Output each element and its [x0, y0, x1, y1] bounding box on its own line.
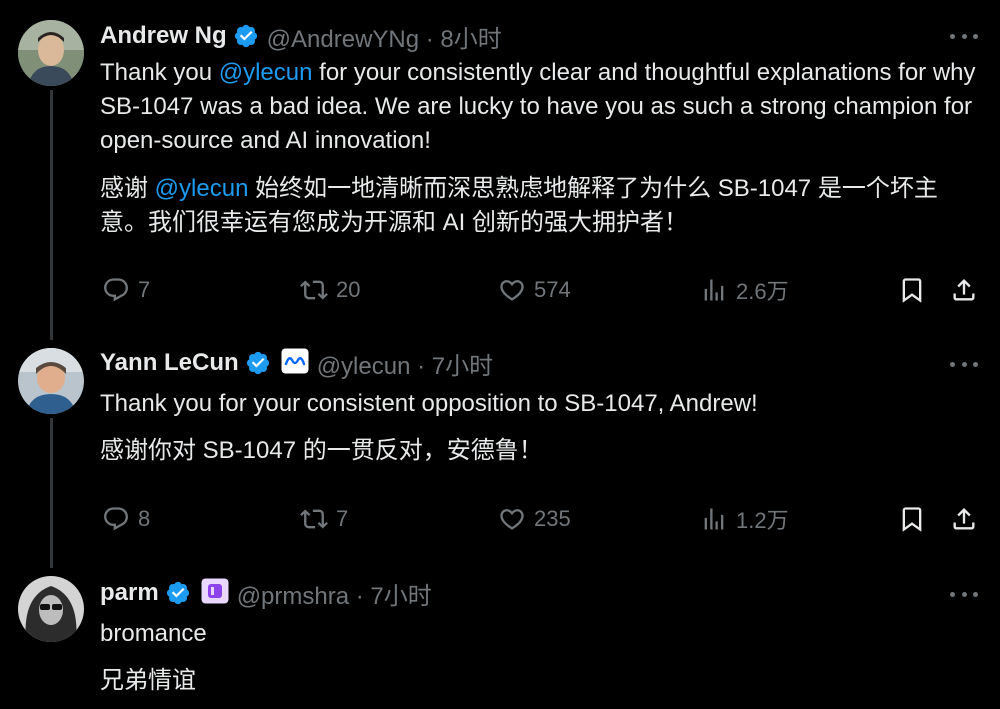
views-chart-icon	[704, 508, 724, 530]
tweet-andrew-ng[interactable]: Andrew Ng @AndrewYNg · 8小时 Thank you @yl…	[0, 0, 1000, 330]
repost-count: 7	[336, 506, 349, 531]
share-icon[interactable]	[950, 270, 978, 310]
tweet-text-en: Thank you for your consistent opposition…	[100, 390, 758, 417]
like-button[interactable]: 574	[498, 270, 571, 310]
tweet-text-en: bromance	[100, 620, 207, 647]
author-handle[interactable]: @AndrewYNg · 8小时	[267, 19, 502, 54]
like-count: 235	[534, 506, 571, 531]
tweet-header: parm @prmshra · 7小时	[100, 576, 432, 610]
views-count: 1.2万	[736, 508, 789, 533]
like-button[interactable]: 235	[498, 499, 571, 539]
more-options-icon[interactable]	[950, 584, 978, 604]
verified-badge-icon[interactable]	[233, 23, 259, 49]
meta-logo-icon[interactable]	[281, 348, 309, 379]
reply-button[interactable]: 7	[102, 270, 150, 310]
repost-icon	[300, 509, 328, 529]
text-segment: Thank you	[100, 59, 219, 86]
tweet-text-zh: 兄弟情谊	[100, 667, 196, 694]
bookmark-icon[interactable]	[898, 499, 926, 539]
views-button[interactable]: 1.2万	[700, 499, 789, 539]
tweet-header: Yann LeCun @ylecun · 7小时	[100, 346, 493, 380]
repost-count: 20	[336, 277, 361, 302]
mention-link[interactable]: @ylecun	[219, 59, 313, 86]
tweet-yann-lecun[interactable]: Yann LeCun @ylecun · 7小时 Thank you for y…	[0, 330, 1000, 560]
avatar-parm[interactable]	[18, 576, 84, 642]
heart-icon	[500, 280, 524, 301]
author-name[interactable]: Andrew Ng	[100, 22, 227, 50]
author-name[interactable]: Yann LeCun	[100, 349, 239, 377]
avatar-andrew-ng[interactable]	[18, 20, 84, 86]
reply-button[interactable]: 8	[102, 499, 150, 539]
bookmark-icon[interactable]	[898, 270, 926, 310]
tweet-actions: 8 7 235 1.2万	[0, 499, 1000, 539]
like-count: 574	[534, 277, 571, 302]
repost-icon	[300, 280, 328, 300]
author-name[interactable]: parm	[100, 579, 159, 607]
author-handle[interactable]: @ylecun · 7小时	[317, 346, 493, 381]
reply-icon	[104, 507, 128, 531]
author-handle[interactable]: @prmshra · 7小时	[237, 576, 432, 611]
more-options-icon[interactable]	[950, 354, 978, 374]
purple-affiliate-icon[interactable]	[201, 578, 229, 609]
verified-badge-icon[interactable]	[165, 580, 191, 606]
views-chart-icon	[704, 279, 724, 301]
reply-icon	[104, 278, 128, 302]
tweet-text-en: Thank you @ylecun for your consistently …	[100, 56, 980, 158]
reply-count: 8	[138, 506, 151, 531]
tweet-header: Andrew Ng @AndrewYNg · 8小时	[100, 19, 502, 53]
more-options-icon[interactable]	[950, 26, 978, 46]
tweet-text-zh: 感谢 @ylecun 始终如一地清晰而深思熟虑地解释了为什么 SB-1047 是…	[100, 172, 980, 240]
views-button[interactable]: 2.6万	[700, 270, 789, 310]
tweet-actions: 7 20 574 2.6万	[0, 270, 1000, 310]
mention-link[interactable]: @ylecun	[155, 175, 249, 202]
heart-icon	[500, 509, 524, 530]
avatar-yann-lecun[interactable]	[18, 348, 84, 414]
tweet-text-zh: 感谢你对 SB-1047 的一贯反对，安德鲁！	[100, 437, 543, 464]
verified-badge-icon[interactable]	[245, 350, 271, 376]
tweet-parm[interactable]: parm @prmshra · 7小时 bromance 兄弟情谊	[0, 560, 1000, 709]
views-count: 2.6万	[736, 279, 789, 304]
share-icon[interactable]	[950, 499, 978, 539]
repost-button[interactable]: 7	[300, 499, 348, 539]
repost-button[interactable]: 20	[300, 270, 360, 310]
text-segment: 感谢	[100, 175, 155, 202]
reply-count: 7	[138, 277, 151, 302]
